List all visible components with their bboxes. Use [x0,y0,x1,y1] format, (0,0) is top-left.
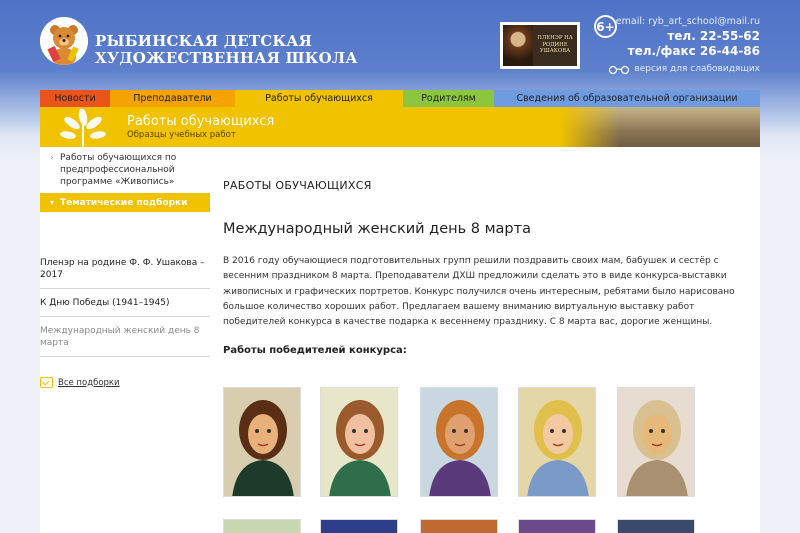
sidebar-selection-item[interactable]: Международный женский день 8 марта [40,317,210,357]
page-title: РАБОТЫ ОБУЧАЮЩИХСЯ [223,179,372,192]
collection-icon [40,377,53,388]
accessible-version-label: версия для слабовидящих [634,64,760,74]
accessible-version-link[interactable]: версия для слабовидящих [608,64,760,74]
nav-item-2[interactable]: Работы обучающихся [235,90,403,107]
school-logo[interactable] [40,17,88,65]
banner-text: ПЛЕНЭР НА РОДИНЕ УШАКОВА [537,35,573,54]
gallery-thumbnail[interactable] [518,519,596,533]
article-text: В 2016 году обучающиеся подготовительных… [223,256,735,328]
school-name[interactable]: РЫБИНСКАЯ ДЕТСКАЯ ХУДОЖЕСТВЕННАЯ ШКОЛА [95,33,358,67]
main-content: РАБОТЫ ОБУЧАЮЩИХСЯ Международный женский… [223,147,760,533]
portrait-image [232,400,294,496]
winners-heading: Работы победителей конкурса: [223,345,407,357]
gallery-thumbnail[interactable] [420,387,498,497]
portrait-image [626,400,688,496]
portrait-image [429,400,491,496]
article-title: Международный женский день 8 марта [223,221,531,237]
gallery-thumbnail[interactable] [617,519,695,533]
page-body: › Работы обучающихся по предпрофессионал… [40,147,760,533]
school-name-line2: ХУДОЖЕСТВЕННАЯ ШКОЛА [95,49,358,67]
school-name-line1: РЫБИНСКАЯ ДЕТСКАЯ [95,32,313,50]
main-navigation: Новости Преподаватели Работы обучающихся Ро… [40,90,760,107]
nav-item-0[interactable]: Новости [40,90,110,107]
gallery-thumbnail[interactable] [320,387,398,497]
sidebar-item-thematic[interactable]: ▾ Тематические подборки [40,193,210,212]
sidebar-selection-item[interactable]: Пленэр на родине Ф. Ф. Ушакова – 2017 [40,249,210,289]
header-painting [560,107,760,147]
contacts: email: ryb_art_school@mail.ru тел. 22-55… [608,16,760,74]
portrait-image [329,400,391,496]
sidebar-selection-item[interactable]: К Дню Победы (1941–1945) [40,289,210,317]
site-header: РЫБИНСКАЯ ДЕТСКАЯ ХУДОЖЕСТВЕННАЯ ШКОЛА П… [0,0,800,90]
email-link[interactable]: email: ryb_art_school@mail.ru [608,16,760,27]
sidebar-program-link[interactable]: › Работы обучающихся по предпрофессионал… [50,152,210,188]
sidebar-program-label: Работы обучающихся по предпрофессиональн… [60,153,177,187]
glasses-icon [609,65,630,74]
leaf-icon [60,109,106,147]
section-subtitle: Образцы учебных работ [127,130,236,140]
gallery-thumbnail[interactable] [518,387,596,497]
selection-list: Пленэр на родине Ф. Ф. Ушакова – 2017 К Д… [40,249,210,357]
fax-number: тел./факс 26-44-86 [627,44,760,58]
all-selections-label: Все подборки [58,377,120,388]
nav-item-3[interactable]: Родителям [403,90,494,107]
section-banner: Работы обучающихся Образцы учебных работ [40,107,760,147]
gallery-thumbnail[interactable] [223,519,301,533]
all-selections-link[interactable]: Все подборки [40,377,210,388]
section-title: Работы обучающихся [127,114,275,129]
gallery-thumbnail[interactable] [320,519,398,533]
sidebar: › Работы обучающихся по предпрофессионал… [40,147,210,388]
chevron-right-icon: › [50,153,54,163]
plein-air-banner[interactable]: ПЛЕНЭР НА РОДИНЕ УШАКОВА [500,22,580,69]
ushakov-portrait [503,25,533,66]
portrait-image [527,400,589,496]
gallery-thumbnail[interactable] [223,387,301,497]
sidebar-active-label: Тематические подборки [60,197,188,208]
nav-item-1[interactable]: Преподаватели [110,90,235,107]
gallery-thumbnail[interactable] [617,387,695,497]
nav-item-4[interactable]: Сведения об образовательной организации [494,90,760,107]
phone-number: тел. 22-55-62 [667,29,760,43]
chevron-down-icon: ▾ [50,198,55,207]
gallery-thumbnail[interactable] [420,519,498,533]
